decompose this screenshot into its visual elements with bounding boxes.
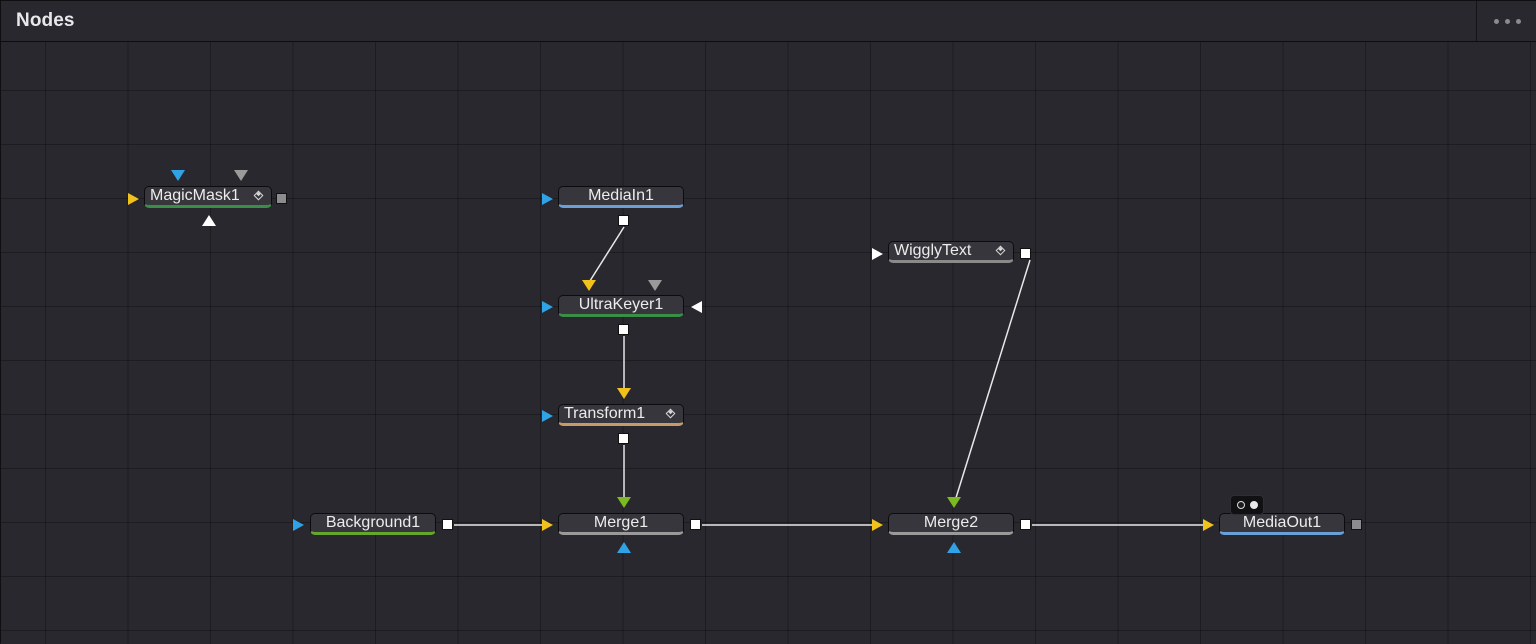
mediain-output-square[interactable] [618,215,629,226]
transform-input-yellow-triangle[interactable] [617,388,631,399]
node-background1[interactable]: Background1 [310,513,436,535]
magicmask-input-yellow-triangle[interactable] [128,193,139,205]
node-label: MediaIn1 [588,187,654,204]
node-label: MediaOut1 [1242,514,1322,531]
ultrakeyer-input-white-triangle[interactable] [691,301,702,313]
node-label: UltraKeyer1 [578,296,664,313]
mediaout-input-yellow-triangle[interactable] [1203,519,1214,531]
magicmask-output-square[interactable] [276,193,287,204]
magicmask-input-white-triangle[interactable] [202,215,216,226]
merge1-input-green-triangle[interactable] [617,497,631,508]
wire-wigglytext-to-merge2 [954,259,1031,502]
mediaout-output-square[interactable] [1351,519,1362,530]
node-mediaout1[interactable]: MediaOut1 [1219,513,1345,535]
nodes-panel: Nodes MagicMask1 MediaIn1 UltraKeyer1 Tr… [0,0,1536,644]
diamond-badge-icon [665,408,676,419]
wigglytext-input-white-triangle[interactable] [872,248,883,260]
node-magicmask1[interactable]: MagicMask1 [144,186,272,208]
ultrakeyer-input-yellow-triangle[interactable] [582,280,596,291]
magicmask-input-gray-triangle[interactable] [234,170,248,181]
diamond-badge-icon [995,245,1006,256]
ultrakeyer-output-square[interactable] [618,324,629,335]
connection-wires [454,226,1207,526]
node-label: Merge1 [593,514,649,531]
node-wigglytext[interactable]: WigglyText [888,241,1014,263]
merge2-input-yellow-triangle[interactable] [872,519,883,531]
merge1-input-yellow-triangle[interactable] [542,519,553,531]
transform-input-blue-triangle[interactable] [542,410,553,422]
node-label: Merge2 [923,514,979,531]
mediain-input-blue-triangle[interactable] [542,193,553,205]
viewer-left-dot-icon [1237,501,1245,509]
merge2-input-green-triangle[interactable] [947,497,961,508]
node-label: Transform1 [564,405,646,422]
magicmask-input-blue-triangle[interactable] [171,170,185,181]
merge1-output-square[interactable] [690,519,701,530]
node-transform1[interactable]: Transform1 [558,404,684,426]
viewer-toggle-button[interactable] [1230,495,1264,515]
node-label: MagicMask1 [150,187,240,204]
node-label: Background1 [325,514,421,531]
node-ultrakeyer1[interactable]: UltraKeyer1 [558,295,684,317]
wigglytext-output-square[interactable] [1020,248,1031,259]
transform-output-square[interactable] [618,433,629,444]
ultrakeyer-input-gray-triangle[interactable] [648,280,662,291]
ultrakeyer-input-blue-triangle[interactable] [542,301,553,313]
merge2-output-square[interactable] [1020,519,1031,530]
node-merge2[interactable]: Merge2 [888,513,1014,535]
background-input-blue-triangle[interactable] [293,519,304,531]
node-mediain1[interactable]: MediaIn1 [558,186,684,208]
background-output-square[interactable] [442,519,453,530]
node-label: WigglyText [894,242,972,259]
merge2-input-blue-triangle[interactable] [947,542,961,553]
viewer-right-dot-icon [1250,501,1258,509]
merge1-input-blue-triangle[interactable] [617,542,631,553]
diamond-badge-icon [253,190,264,201]
wire-mediain-to-ultrakeyer [587,226,625,285]
node-merge1[interactable]: Merge1 [558,513,684,535]
